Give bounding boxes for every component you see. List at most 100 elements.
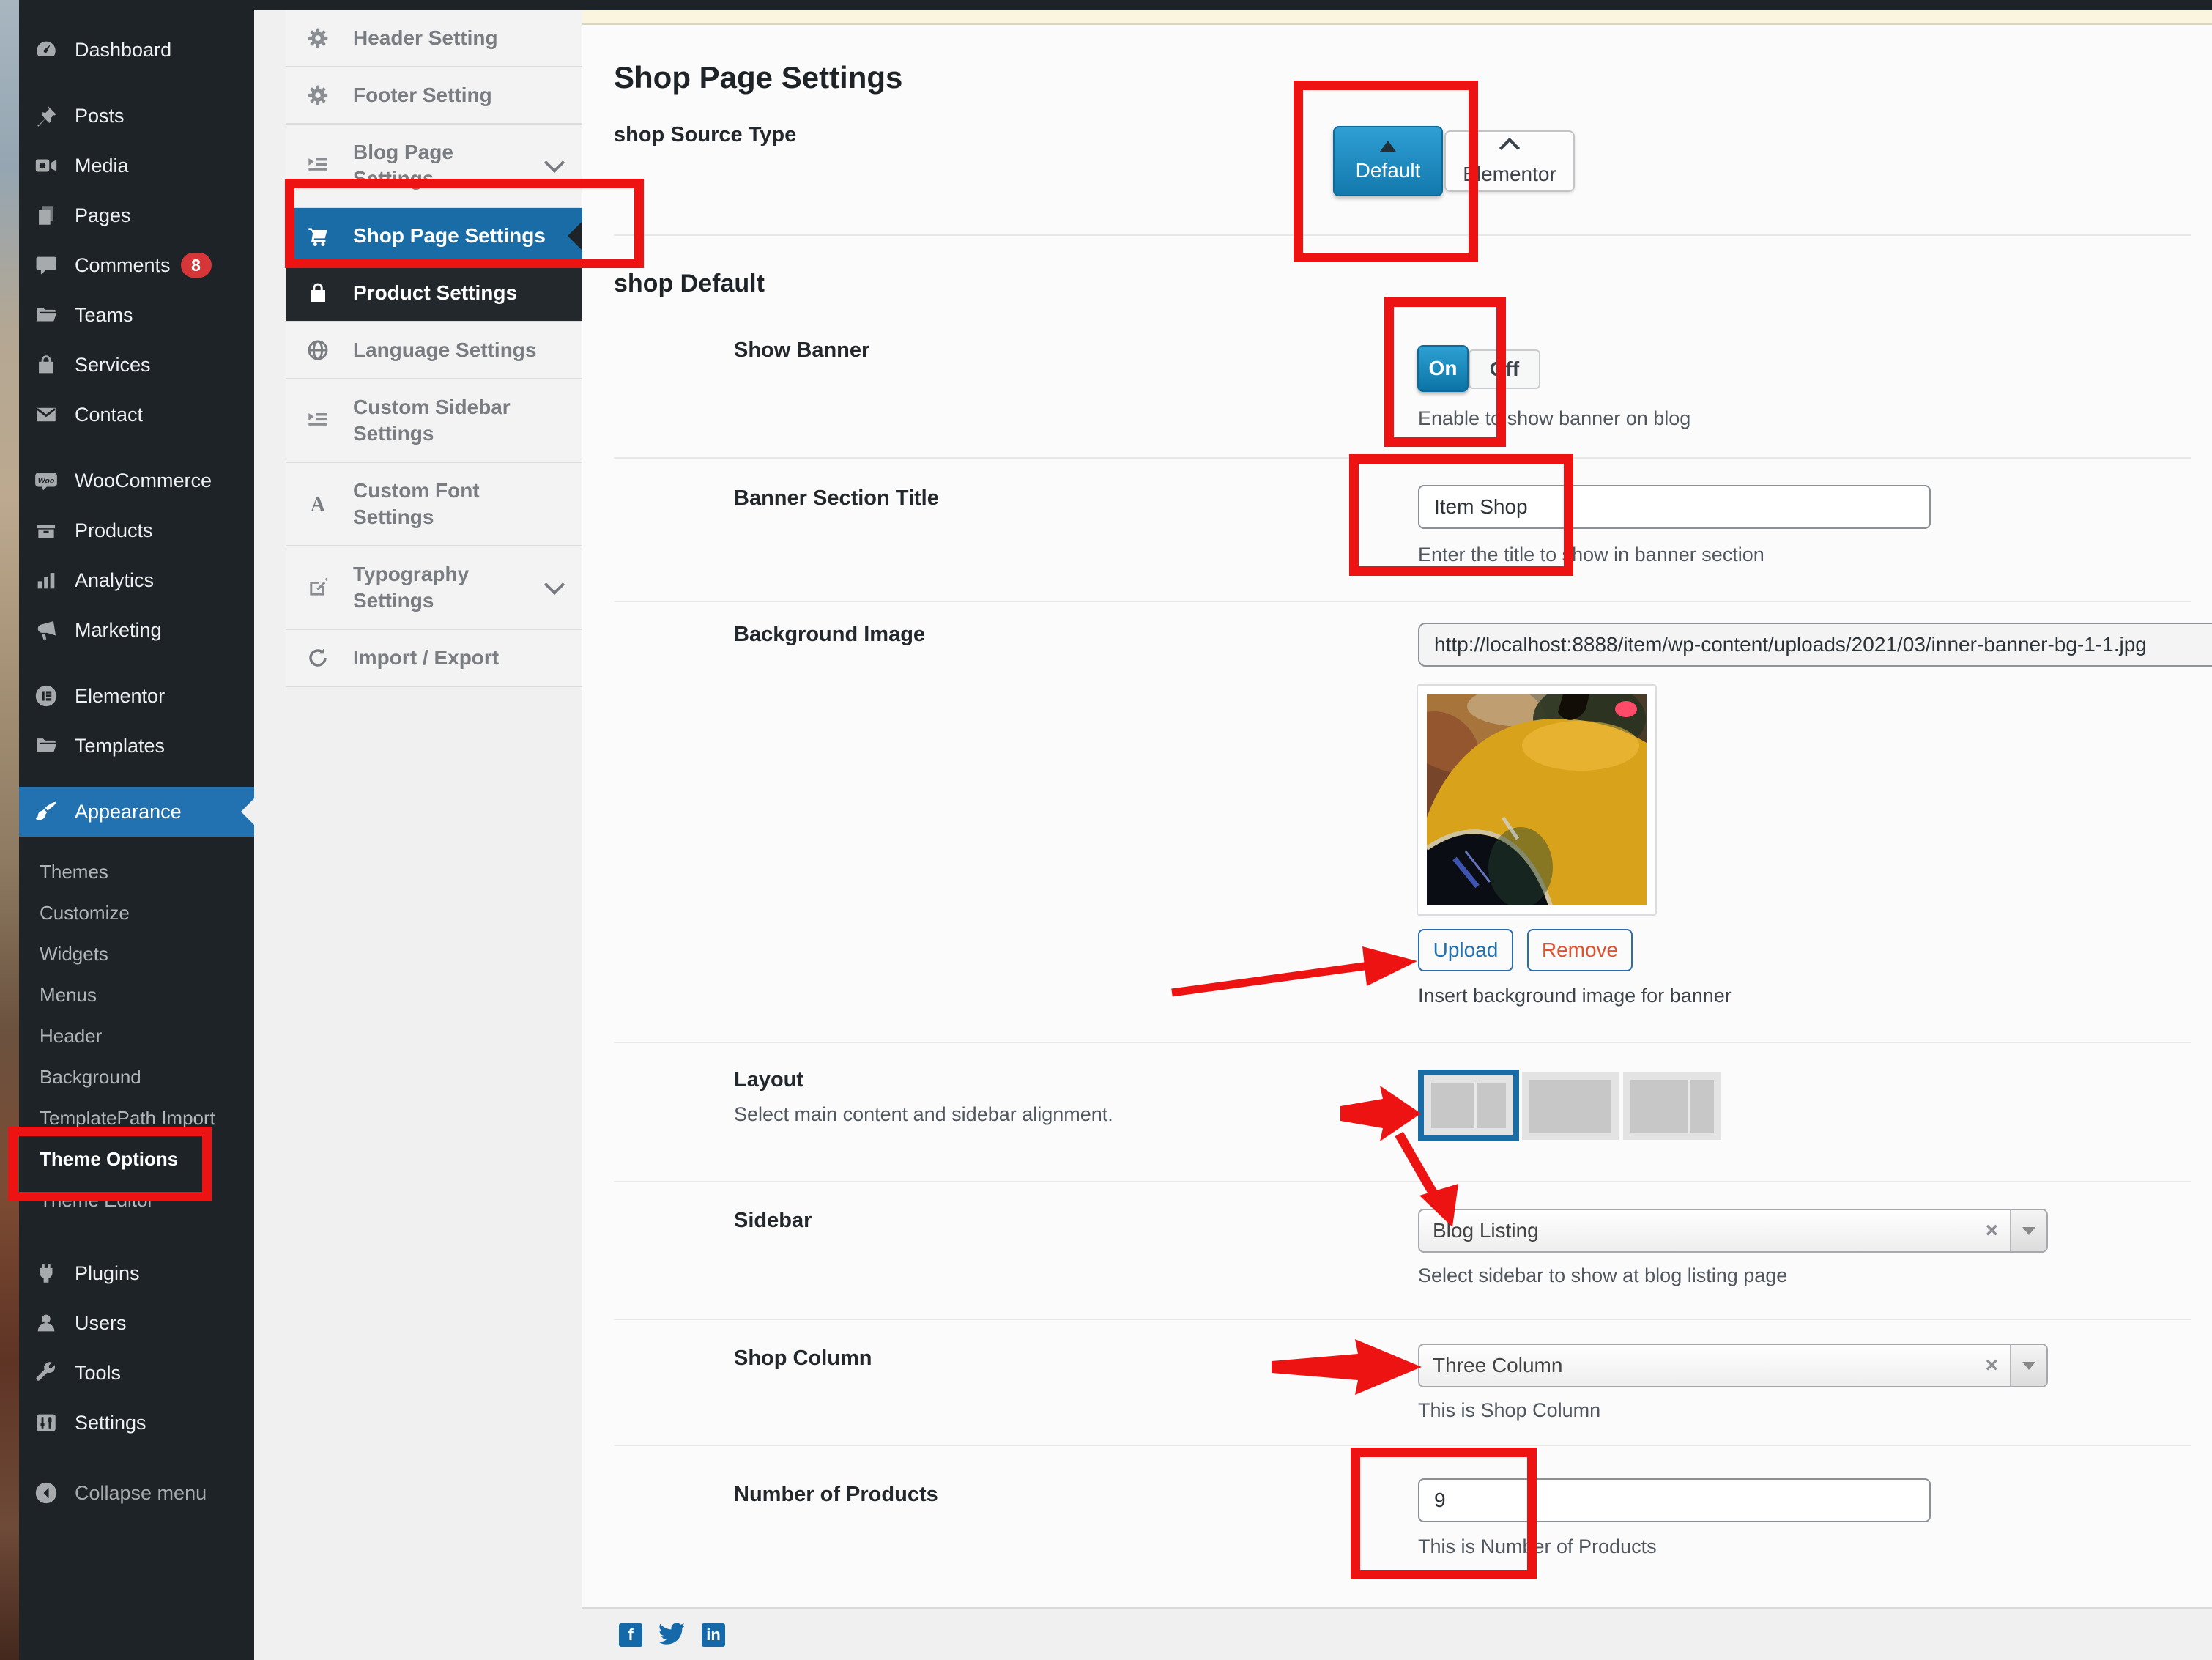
sidebar-item-products[interactable]: Products [19,505,254,555]
comments-count-badge: 8 [181,253,212,278]
sidebar-help: Select sidebar to show at blog listing p… [1418,1264,1787,1287]
layout-option-split[interactable] [1623,1072,1721,1140]
show-banner-on-button[interactable]: On [1417,345,1469,392]
settings-tab-typography-settings[interactable]: Typography Settings [286,546,582,630]
sidebar-item-elementor[interactable]: Elementor [19,671,254,721]
sidebar-item-templates[interactable]: Templates [19,721,254,771]
remove-button[interactable]: Remove [1527,929,1633,971]
sidebar-item-appearance[interactable]: Appearance [19,787,254,837]
wordpress-admin-screen: DashboardPostsMediaPagesComments8TeamsSe… [0,0,2212,1660]
background-image-preview [1417,684,1657,916]
sidebar-item-posts[interactable]: Posts [19,91,254,141]
number-of-products-label: Number of Products [734,1483,938,1507]
source-type-label: shop Source Type [614,123,796,147]
clear-icon[interactable]: × [1985,1210,1998,1251]
cart-icon [306,224,330,248]
layout-option-full-width[interactable] [1522,1072,1619,1140]
show-banner-label: Show Banner [734,338,869,363]
settings-tab-custom-sidebar-settings[interactable]: Custom Sidebar Settings [286,379,582,463]
footer-band [582,1609,2212,1660]
twitter-icon[interactable] [656,1620,687,1650]
gear-icon [306,84,330,107]
svg-text:Woo: Woo [38,477,55,485]
sidebar-select[interactable]: Blog Listing × [1418,1209,2048,1253]
dropdown-arrow-icon[interactable] [2010,1345,2046,1386]
sidebar-item-dashboard[interactable]: Dashboard [19,25,254,75]
gear-icon [306,26,330,50]
media-icon [34,153,59,178]
dashboard-icon [34,37,59,62]
admin-top-bar [19,0,2212,10]
divider [614,1042,2191,1043]
wp-admin-sidebar: DashboardPostsMediaPagesComments8TeamsSe… [19,0,254,1660]
collapse-menu-button[interactable]: Collapse menu [19,1468,254,1518]
sidebar-item-services[interactable]: Services [19,340,254,390]
linkedin-icon[interactable]: in [702,1623,725,1647]
submenu-item-background[interactable]: Background [19,1056,254,1097]
sidebar-item-contact[interactable]: Contact [19,390,254,440]
bar-chart-icon [34,568,59,593]
refresh-icon [306,646,330,670]
user-icon [34,1311,59,1335]
plugin-icon [34,1261,59,1286]
sidebar-item-users[interactable]: Users [19,1298,254,1348]
show-banner-help: Enable to show banner on blog [1418,407,1690,430]
upload-button[interactable]: Upload [1418,929,1513,971]
settings-tab-product-settings[interactable]: Product Settings [286,265,582,322]
sidebar-item-woocommerce[interactable]: WooWooCommerce [19,456,254,505]
submenu-item-templatepath-import[interactable]: TemplatePath Import [19,1097,254,1138]
shop-column-label: Shop Column [734,1346,872,1371]
submenu-item-theme-editor[interactable]: Theme Editor [19,1179,254,1220]
sidebar-item-tools[interactable]: Tools [19,1348,254,1398]
number-of-products-input[interactable] [1418,1478,1931,1522]
list-indent-icon [306,154,330,177]
layout-label: Layout [734,1068,803,1092]
submenu-item-theme-options[interactable]: Theme Options [19,1138,254,1179]
folder-icon [34,303,59,327]
background-image-url-input[interactable] [1418,623,2212,667]
settings-tab-blog-page-settings[interactable]: Blog Page Settings [286,125,582,208]
divider [614,234,2191,236]
submenu-item-customize[interactable]: Customize [19,892,254,933]
collapse-icon [34,1481,59,1505]
sidebar-item-teams[interactable]: Teams [19,290,254,340]
sidebar-item-media[interactable]: Media [19,141,254,190]
sidebar-item-settings[interactable]: Settings [19,1398,254,1448]
theme-options-menu-column: Header SettingFooter SettingBlog Page Se… [254,10,582,1660]
sidebar-item-comments[interactable]: Comments8 [19,240,254,290]
submenu-item-menus[interactable]: Menus [19,974,254,1015]
sidebar-item-pages[interactable]: Pages [19,190,254,240]
settings-tab-shop-page-settings[interactable]: Shop Page Settings [286,208,582,265]
wp-menu-bottom: PluginsUsersToolsSettings [19,1248,254,1448]
submenu-item-header[interactable]: Header [19,1015,254,1056]
settings-tab-import-export[interactable]: Import / Export [286,630,582,687]
settings-tab-footer-setting[interactable]: Footer Setting [286,67,582,125]
source-type-elementor-button[interactable]: Elementor [1444,130,1575,192]
settings-tab-language-settings[interactable]: Language Settings [286,322,582,379]
woocommerce-icon: Woo [34,468,59,493]
sliders-icon [34,1410,59,1435]
chevron-down-icon [544,574,565,595]
clear-icon[interactable]: × [1985,1345,1998,1386]
pin-icon [34,103,59,128]
bag-icon [34,352,59,377]
product-bag-icon [306,281,330,305]
sidebar-item-analytics[interactable]: Analytics [19,555,254,605]
sidebar-item-plugins[interactable]: Plugins [19,1248,254,1298]
settings-tab-custom-font-settings[interactable]: ACustom Font Settings [286,463,582,546]
show-banner-off-button[interactable]: Off [1469,349,1540,389]
shop-column-select[interactable]: Three Column × [1418,1344,2048,1387]
submenu-item-themes[interactable]: Themes [19,851,254,892]
submenu-item-widgets[interactable]: Widgets [19,933,254,974]
number-of-products-help: This is Number of Products [1418,1535,1657,1558]
source-type-default-button[interactable]: Default [1333,126,1443,196]
dropdown-arrow-icon[interactable] [2010,1210,2046,1251]
settings-tab-header-setting[interactable]: Header Setting [286,10,582,67]
facebook-icon[interactable]: f [619,1623,642,1647]
wrench-icon [34,1360,59,1385]
theme-options-menu: Header SettingFooter SettingBlog Page Se… [286,10,582,687]
divider [614,1181,2191,1182]
banner-title-input[interactable] [1418,485,1931,529]
sidebar-item-marketing[interactable]: Marketing [19,605,254,655]
layout-option-right-sidebar[interactable] [1418,1070,1519,1141]
